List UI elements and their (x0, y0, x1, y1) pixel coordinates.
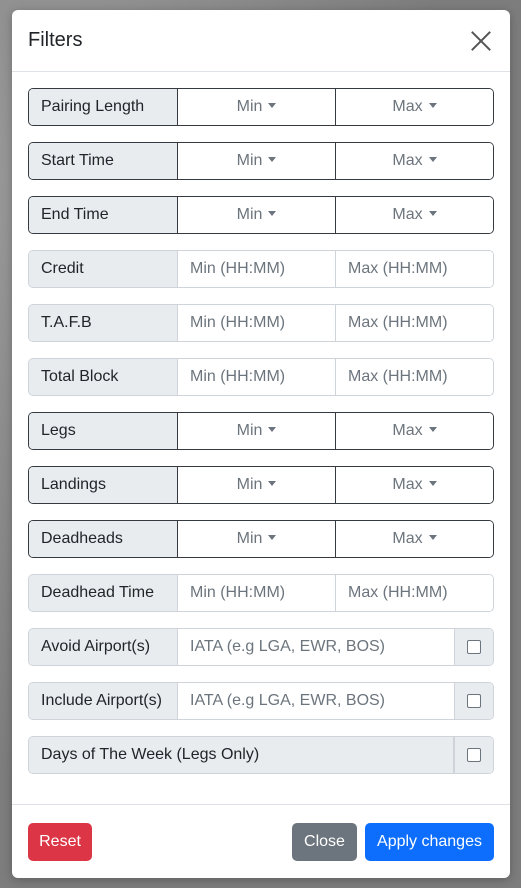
caret-down-icon (268, 156, 277, 162)
caret-down-icon (428, 156, 437, 162)
tafb-max-input[interactable]: Max (HH:MM) (335, 305, 493, 341)
modal-footer: Reset Close Apply changes (12, 804, 510, 878)
modal-header: Filters (12, 10, 510, 72)
deadheads-max-dropdown[interactable]: Max (335, 521, 493, 557)
reset-button[interactable]: Reset (28, 822, 92, 861)
filter-days-of-week: Days of The Week (Legs Only) (28, 736, 494, 774)
caret-down-icon (428, 102, 437, 108)
filter-start-time: Start Time Min Max (28, 142, 494, 180)
filter-pairing-length: Pairing Length Min Max (28, 88, 494, 126)
filter-label: Avoid Airport(s) (29, 629, 178, 665)
filter-label: Credit (29, 251, 178, 287)
credit-max-input[interactable]: Max (HH:MM) (335, 251, 493, 287)
filter-label: Legs (29, 413, 178, 449)
filter-label: Deadheads (29, 521, 178, 557)
filter-avoid-airports: Avoid Airport(s) IATA (e.g LGA, EWR, BOS… (28, 628, 494, 666)
filter-landings: Landings Min Max (28, 466, 494, 504)
include-airports-checkbox[interactable] (467, 694, 481, 708)
modal-title: Filters (28, 29, 83, 51)
avoid-airports-check-cell (454, 629, 493, 665)
avoid-airports-checkbox[interactable] (467, 640, 481, 654)
filter-label: T.A.F.B (29, 305, 178, 341)
caret-down-icon (428, 480, 437, 486)
filter-label: Pairing Length (29, 89, 178, 125)
filter-end-time: End Time Min Max (28, 196, 494, 234)
filter-deadheads: Deadheads Min Max (28, 520, 494, 558)
apply-changes-button[interactable]: Apply changes (365, 822, 494, 861)
total-block-max-input[interactable]: Max (HH:MM) (335, 359, 493, 395)
legs-min-dropdown[interactable]: Min (178, 413, 335, 449)
legs-max-dropdown[interactable]: Max (335, 413, 493, 449)
deadhead-time-min-input[interactable]: Min (HH:MM) (178, 575, 335, 611)
landings-min-dropdown[interactable]: Min (178, 467, 335, 503)
pairing-length-max-dropdown[interactable]: Max (335, 89, 493, 125)
filter-label: End Time (29, 197, 178, 233)
deadhead-time-max-input[interactable]: Max (HH:MM) (335, 575, 493, 611)
days-of-week-checkbox[interactable] (467, 748, 481, 762)
landings-max-dropdown[interactable]: Max (335, 467, 493, 503)
filter-label: Days of The Week (Legs Only) (29, 737, 454, 773)
filter-total-block: Total Block Min (HH:MM) Max (HH:MM) (28, 358, 494, 396)
filter-deadhead-time: Deadhead Time Min (HH:MM) Max (HH:MM) (28, 574, 494, 612)
filters-modal: Filters Pairing Length Min Max Start Tim… (12, 10, 510, 878)
filter-tafb: T.A.F.B Min (HH:MM) Max (HH:MM) (28, 304, 494, 342)
days-of-week-check-cell (454, 737, 493, 773)
caret-down-icon (268, 102, 277, 108)
filter-label: Deadhead Time (29, 575, 178, 611)
filter-include-airports: Include Airport(s) IATA (e.g LGA, EWR, B… (28, 682, 494, 720)
deadheads-min-dropdown[interactable]: Min (178, 521, 335, 557)
include-airports-input[interactable]: IATA (e.g LGA, EWR, BOS) (178, 683, 454, 719)
end-time-min-dropdown[interactable]: Min (178, 197, 335, 233)
filter-label: Include Airport(s) (29, 683, 178, 719)
caret-down-icon (268, 210, 277, 216)
caret-down-icon (428, 426, 437, 432)
total-block-min-input[interactable]: Min (HH:MM) (178, 359, 335, 395)
modal-body: Pairing Length Min Max Start Time Min Ma… (12, 72, 510, 774)
filter-credit: Credit Min (HH:MM) Max (HH:MM) (28, 250, 494, 288)
tafb-min-input[interactable]: Min (HH:MM) (178, 305, 335, 341)
filter-label: Start Time (29, 143, 178, 179)
end-time-max-dropdown[interactable]: Max (335, 197, 493, 233)
start-time-min-dropdown[interactable]: Min (178, 143, 335, 179)
include-airports-check-cell (454, 683, 493, 719)
filter-legs: Legs Min Max (28, 412, 494, 450)
caret-down-icon (268, 426, 277, 432)
caret-down-icon (428, 210, 437, 216)
avoid-airports-input[interactable]: IATA (e.g LGA, EWR, BOS) (178, 629, 454, 665)
pairing-length-min-dropdown[interactable]: Min (178, 89, 335, 125)
filter-label: Landings (29, 467, 178, 503)
caret-down-icon (268, 480, 277, 486)
caret-down-icon (428, 534, 437, 540)
filter-label: Total Block (29, 359, 178, 395)
start-time-max-dropdown[interactable]: Max (335, 143, 493, 179)
close-button[interactable]: Close (292, 822, 357, 861)
caret-down-icon (268, 534, 277, 540)
close-icon[interactable] (470, 30, 492, 52)
credit-min-input[interactable]: Min (HH:MM) (178, 251, 335, 287)
